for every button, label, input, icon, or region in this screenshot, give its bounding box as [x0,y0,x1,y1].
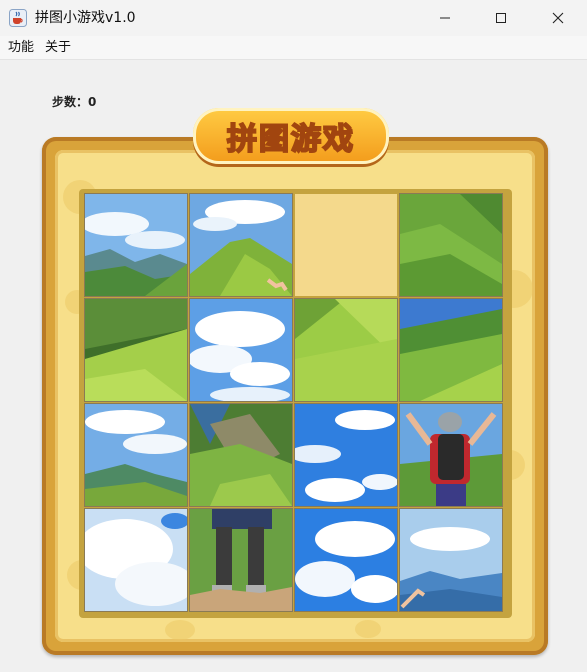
tile-image [295,509,397,611]
close-icon [552,12,563,24]
banner-title: 拼图游戏 [226,121,355,158]
maximize-icon [495,13,506,23]
puzzle-tile[interactable] [295,509,397,611]
menu-function[interactable]: 功能 [8,40,34,56]
puzzle-tile[interactable] [190,194,292,296]
tile-image [400,509,502,611]
title-bar: 拼图小游戏v1.0 [0,0,587,36]
tile-image [400,194,502,296]
minimize-icon [439,17,450,19]
tile-image [85,194,187,296]
tile-image [190,509,292,611]
java-cup-icon [9,9,27,27]
tile-image [85,299,187,401]
puzzle-tile[interactable] [400,299,502,401]
puzzle-tile[interactable] [85,404,187,506]
puzzle-grid [79,189,512,618]
step-counter: 步数：0 [52,95,97,109]
maximize-button[interactable] [477,0,524,36]
tile-image [400,404,502,506]
puzzle-tile[interactable] [295,299,397,401]
puzzle-tile[interactable] [190,299,292,401]
puzzle-tile[interactable] [400,404,502,506]
puzzle-tile[interactable] [190,404,292,506]
tile-image [400,299,502,401]
puzzle-tile[interactable] [85,194,187,296]
tile-image [190,194,292,296]
puzzle-tile[interactable] [295,404,397,506]
tile-image [295,299,397,401]
puzzle-tile[interactable] [85,299,187,401]
minimize-button[interactable] [421,0,468,36]
close-button[interactable] [534,0,581,36]
tile-image [85,404,187,506]
puzzle-tile-empty[interactable] [295,194,397,296]
puzzle-tile[interactable] [400,509,502,611]
game-banner: 拼图游戏 [193,108,389,164]
window-title: 拼图小游戏v1.0 [35,10,136,26]
puzzle-tile[interactable] [190,509,292,611]
menu-about[interactable]: 关于 [45,40,71,56]
tile-image [295,404,397,506]
tile-image [190,299,292,401]
tile-image [190,404,292,506]
puzzle-tile[interactable] [85,509,187,611]
puzzle-tile[interactable] [400,194,502,296]
tile-image [85,509,187,611]
menu-bar: 功能 关于 [0,36,587,60]
